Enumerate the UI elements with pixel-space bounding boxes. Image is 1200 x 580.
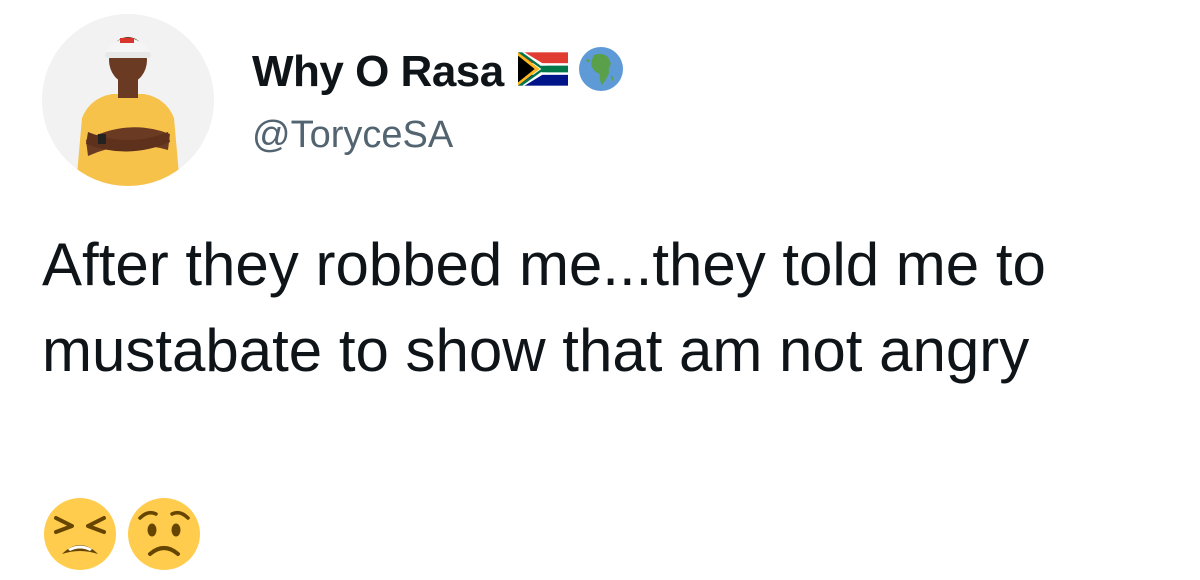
tweet-text: After they robbed me...they told me to m… xyxy=(42,231,1063,384)
tired-face-emoji xyxy=(42,496,118,572)
worried-face-emoji xyxy=(126,496,202,572)
globe-africa-icon xyxy=(578,46,624,97)
avatar[interactable] xyxy=(42,14,214,186)
tweet-card: Why O Rasa @ToryceSA After they robbed m… xyxy=(0,0,1200,580)
author-names: Why O Rasa @ToryceSA xyxy=(252,44,624,157)
south-africa-flag-icon xyxy=(517,52,568,91)
display-name-row: Why O Rasa xyxy=(252,44,624,100)
user-handle[interactable]: @ToryceSA xyxy=(252,114,624,157)
display-name[interactable]: Why O Rasa xyxy=(252,47,504,97)
emoji-row xyxy=(42,496,202,572)
tweet-header: Why O Rasa @ToryceSA xyxy=(42,14,624,186)
